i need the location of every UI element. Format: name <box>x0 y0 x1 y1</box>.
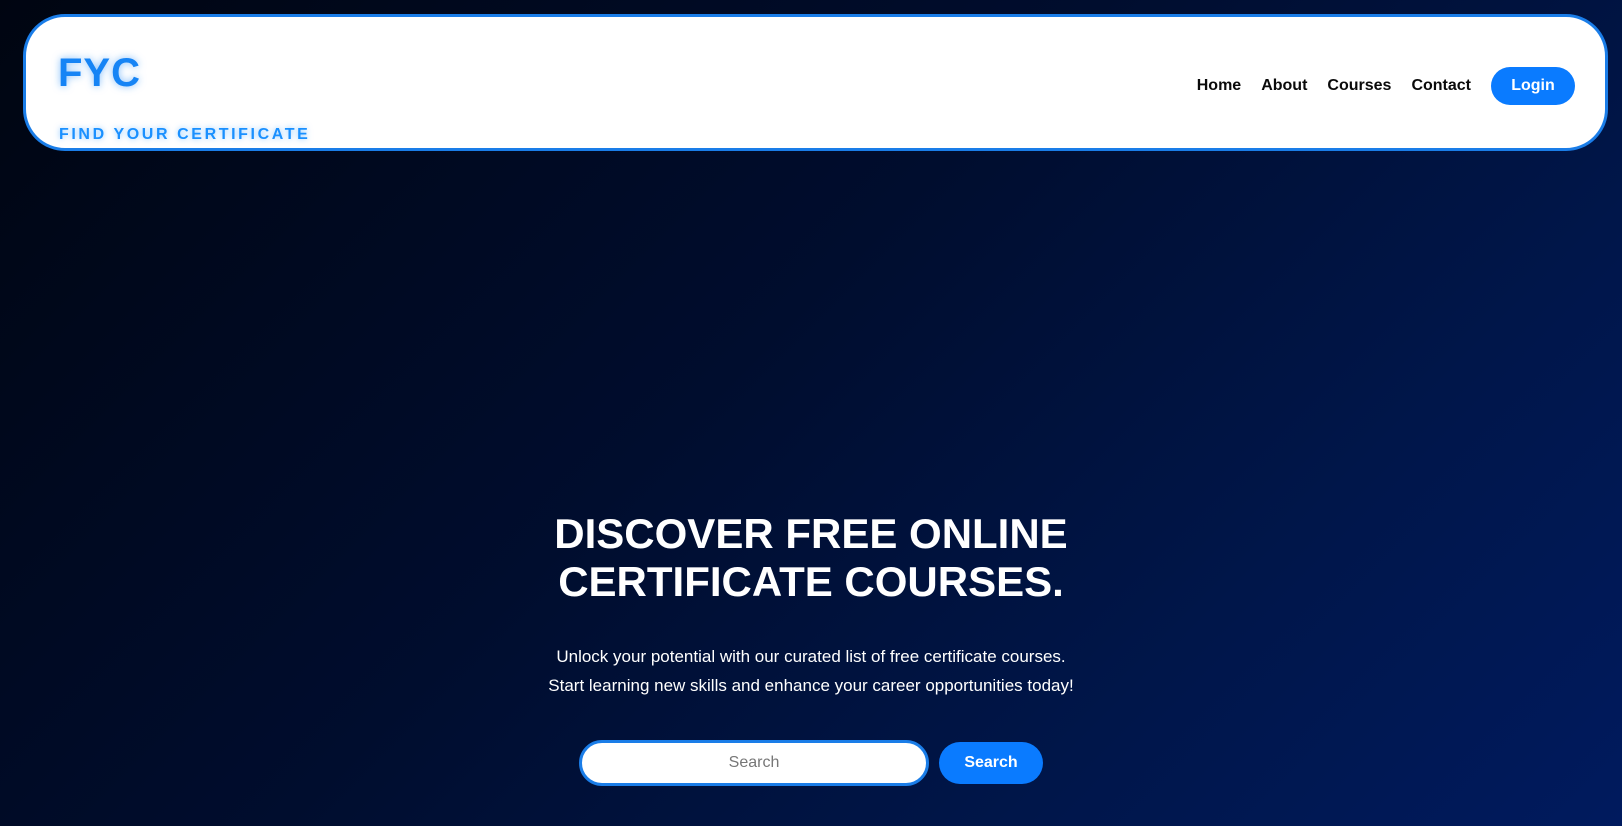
hero-subtitle-line1: Unlock your potential with our curated l… <box>556 647 1066 666</box>
hero-subtitle-line2: Start learning new skills and enhance yo… <box>548 676 1074 695</box>
main-nav: Home About Courses Contact Login <box>1197 67 1575 105</box>
search-button[interactable]: Search <box>939 742 1043 784</box>
search-input[interactable] <box>579 740 929 786</box>
hero-section: DISCOVER FREE ONLINE CERTIFICATE COURSES… <box>0 510 1622 786</box>
logo[interactable]: FYC <box>58 53 141 93</box>
hero-title-line1: DISCOVER FREE ONLINE <box>554 510 1068 557</box>
hero-title-line2: CERTIFICATE COURSES. <box>558 558 1064 605</box>
nav-link-home[interactable]: Home <box>1197 77 1241 95</box>
tagline: FIND YOUR CERTIFICATE <box>59 126 311 143</box>
login-button[interactable]: Login <box>1491 67 1575 105</box>
hero-title: DISCOVER FREE ONLINE CERTIFICATE COURSES… <box>511 510 1111 606</box>
nav-link-contact[interactable]: Contact <box>1411 77 1471 95</box>
site-header: FYC FIND YOUR CERTIFICATE Home About Cou… <box>23 14 1608 151</box>
hero-subtitle: Unlock your potential with our curated l… <box>0 642 1622 700</box>
nav-link-courses[interactable]: Courses <box>1327 77 1391 95</box>
search-bar: Search <box>0 740 1622 786</box>
nav-link-about[interactable]: About <box>1261 77 1307 95</box>
